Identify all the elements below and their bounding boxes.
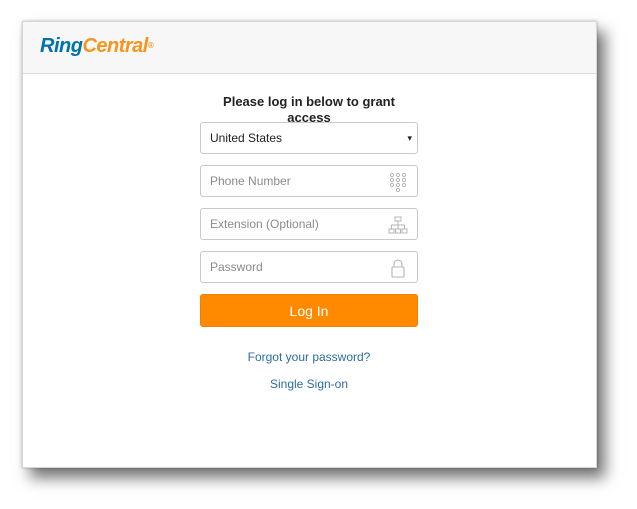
phone-number-field-box <box>200 165 418 197</box>
single-sign-on-link[interactable]: Single Sign-on <box>200 376 418 392</box>
lock-icon <box>388 258 408 278</box>
forgot-password-link[interactable]: Forgot your password? <box>200 349 418 365</box>
header-bar: RingCentral® <box>23 22 596 74</box>
login-window: RingCentral® Please log in below to gran… <box>22 21 597 468</box>
org-chart-icon <box>388 215 408 235</box>
extension-input[interactable] <box>201 209 381 239</box>
logo-registered-mark: ® <box>147 41 154 50</box>
login-prompt: Please log in below to grant access <box>223 94 395 125</box>
password-input[interactable] <box>201 252 381 282</box>
country-select-value: United States <box>210 131 283 145</box>
chevron-down-icon: ▾ <box>407 133 412 143</box>
logo-ring-text: Ring <box>40 35 83 57</box>
keypad-icon[interactable] <box>388 172 408 193</box>
country-select[interactable]: United States ▾ <box>200 122 418 154</box>
screenshot-stage: RingCentral® Please log in below to gran… <box>0 0 637 509</box>
password-field-box <box>200 251 418 283</box>
ringcentral-logo: RingCentral® <box>40 34 154 58</box>
log-in-button[interactable]: Log In <box>200 294 418 327</box>
phone-number-input[interactable] <box>201 166 381 196</box>
logo-central-text: Central <box>82 35 148 57</box>
extension-field-box <box>200 208 418 240</box>
login-form: Please log in below to grant access Unit… <box>200 94 418 392</box>
